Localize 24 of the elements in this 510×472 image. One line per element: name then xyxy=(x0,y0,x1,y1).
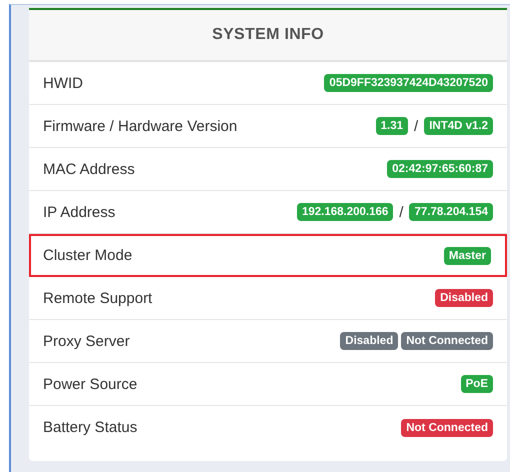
row-label: Firmware / Hardware Version xyxy=(43,118,238,134)
status-badge: Disabled xyxy=(435,289,493,307)
separator-text: / xyxy=(414,118,418,134)
status-badge: 05D9FF323937424D43207520 xyxy=(324,74,493,92)
status-badge: 02:42:97:65:60:87 xyxy=(387,160,493,178)
row-label: Cluster Mode xyxy=(43,247,132,264)
row-label: MAC Address xyxy=(43,160,135,178)
status-badge: INT4D v1.2 xyxy=(424,117,493,135)
status-badge: Disabled xyxy=(340,332,398,350)
status-badge: Master xyxy=(444,246,491,264)
row-label: IP Address xyxy=(43,204,116,220)
status-badge: 1.31 xyxy=(376,117,408,135)
panel-title: SYSTEM INFO xyxy=(212,26,324,44)
row-label: Battery Status xyxy=(43,419,138,436)
separator-text: / xyxy=(399,204,404,220)
row-label: HWID xyxy=(43,74,83,92)
status-badge: 192.168.200.166 xyxy=(296,203,394,221)
status-badge: PoE xyxy=(460,375,493,393)
status-badge: Not Connected xyxy=(401,332,493,350)
row-label: Proxy Server xyxy=(43,332,130,350)
row-label: Remote Support xyxy=(43,290,152,306)
row-label: Power Source xyxy=(43,376,138,392)
status-badge: 77.78.204.154 xyxy=(409,203,493,221)
status-badge: Not Connected xyxy=(401,418,493,436)
